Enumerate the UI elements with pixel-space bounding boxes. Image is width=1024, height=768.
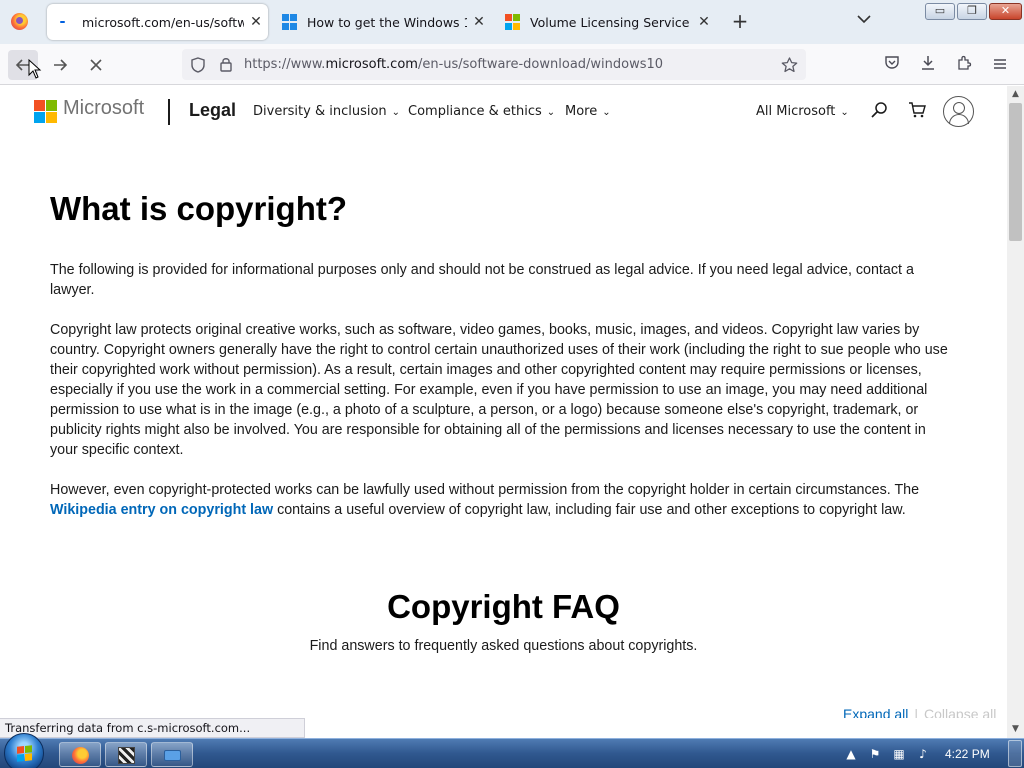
keyboard-icon [164, 750, 181, 761]
pocket-icon[interactable] [881, 55, 903, 75]
scrollbar-thumb[interactable] [1009, 103, 1022, 241]
address-bar[interactable]: https://www.microsoft.com/en-us/software… [182, 49, 806, 80]
close-tab-icon[interactable]: ✕ [467, 14, 491, 30]
lock-icon[interactable] [216, 55, 236, 75]
windows-logo-icon [282, 14, 298, 30]
nav-label: More [565, 104, 598, 119]
web-page: Microsoft Legal Diversity & inclusion ⌄ C… [0, 86, 1007, 718]
chevron-down-icon: ⌄ [391, 107, 401, 118]
forward-arrow-icon [54, 59, 68, 71]
nav-label: Compliance & ethics [408, 104, 542, 119]
extensions-puzzle-icon[interactable] [953, 55, 975, 75]
tab-windows11-update[interactable]: How to get the Windows 11 2022 Update ✕ [272, 4, 491, 40]
nav-label: All Microsoft [756, 104, 836, 119]
close-window-button[interactable]: ✕ [989, 3, 1022, 20]
tab-title: Volume Licensing Service Center [530, 14, 692, 30]
header-divider [168, 99, 170, 125]
taskbar: ▲ ⚑ ▦ ♪ 4:22 PM [0, 733, 1024, 768]
vertical-scrollbar[interactable]: ▲ ▼ [1007, 86, 1024, 738]
fair-use-paragraph: However, even copyright-protected works … [50, 482, 920, 518]
microsoft-brand[interactable]: Microsoft [63, 97, 144, 120]
nav-more[interactable]: More ⌄ [565, 104, 611, 119]
all-microsoft-menu[interactable]: All Microsoft ⌄ [756, 104, 849, 119]
volume-muted-icon[interactable]: ♪ [915, 746, 931, 762]
firefox-view-icon[interactable] [11, 13, 28, 30]
loading-icon [57, 14, 73, 30]
forward-button[interactable] [45, 50, 75, 80]
scroll-up-icon[interactable]: ▲ [1007, 86, 1024, 103]
url-text: https://www.microsoft.com/en-us/software… [244, 57, 664, 72]
action-center-flag-icon[interactable]: ⚑ [867, 746, 883, 762]
taskbar-app[interactable] [105, 742, 147, 767]
tab-title: microsoft.com/en-us/software-download/wi… [82, 14, 244, 30]
firefox-icon [72, 747, 89, 764]
app-icon [118, 747, 135, 764]
hamburger-menu-icon[interactable] [989, 55, 1011, 75]
taskbar-keyboard[interactable] [151, 742, 193, 767]
minimize-button[interactable]: ▭ [925, 3, 955, 20]
microsoft-logo-icon[interactable] [34, 100, 57, 123]
window-controls: ▭ ❐ ✕ [925, 3, 1022, 20]
faq-expand-controls: Expand all | Collapse all [843, 706, 996, 718]
search-icon[interactable] [868, 101, 890, 124]
show-hidden-icons-icon[interactable]: ▲ [843, 746, 859, 762]
network-icon[interactable]: ▦ [891, 746, 907, 762]
page-title: What is copyright? [50, 190, 347, 227]
maximize-button[interactable]: ❐ [957, 3, 987, 20]
copyright-law-paragraph: Copyright law protects original creative… [50, 322, 948, 458]
cart-icon[interactable] [906, 101, 928, 124]
taskbar-firefox[interactable] [59, 742, 101, 767]
mouse-cursor-icon [28, 59, 42, 79]
tab-volume-licensing[interactable]: Volume Licensing Service Center ✕ [495, 4, 716, 40]
new-tab-icon[interactable]: + [728, 10, 752, 34]
tab-title: How to get the Windows 11 2022 Update [307, 14, 467, 30]
tab-strip: microsoft.com/en-us/software-download/wi… [0, 0, 1024, 44]
chevron-down-icon: ⌄ [840, 107, 849, 118]
stop-icon [90, 59, 102, 71]
start-button[interactable] [4, 733, 44, 768]
nav-diversity-inclusion[interactable]: Diversity & inclusion ⌄ [253, 104, 400, 119]
chevron-down-icon: ⌄ [602, 107, 611, 118]
scroll-down-icon[interactable]: ▼ [1007, 721, 1024, 738]
show-desktop-button[interactable] [1008, 740, 1022, 767]
tab-software-download[interactable]: microsoft.com/en-us/software-download/wi… [47, 4, 268, 40]
faq-heading: Copyright FAQ [387, 588, 620, 625]
close-tab-icon[interactable]: ✕ [244, 14, 268, 30]
wikipedia-copyright-link[interactable]: Wikipedia entry on copyright law [50, 502, 273, 518]
microsoft-logo-icon [505, 14, 521, 30]
list-all-tabs-icon[interactable] [852, 12, 876, 32]
close-tab-icon[interactable]: ✕ [692, 14, 716, 30]
tracking-protection-shield-icon[interactable] [188, 55, 208, 75]
disclaimer-paragraph: The following is provided for informatio… [50, 262, 914, 298]
downloads-icon[interactable] [917, 55, 939, 75]
account-avatar-icon[interactable] [943, 96, 974, 127]
expand-separator: | [914, 706, 919, 718]
legal-section-title[interactable]: Legal [189, 100, 236, 121]
status-bar: Transferring data from c.s-microsoft.com… [0, 718, 305, 738]
faq-subtitle: Find answers to frequently asked questio… [309, 638, 698, 654]
expand-all-button[interactable]: Expand all [843, 706, 908, 718]
navigation-toolbar: https://www.microsoft.com/en-us/software… [0, 44, 1024, 85]
bookmark-star-icon[interactable] [779, 55, 799, 75]
nav-compliance-ethics[interactable]: Compliance & ethics ⌄ [408, 104, 555, 119]
nav-label: Diversity & inclusion [253, 104, 387, 119]
windows-flag-icon [17, 745, 32, 762]
collapse-all-button[interactable]: Collapse all [924, 706, 996, 718]
chevron-down-icon: ⌄ [546, 107, 556, 118]
stop-button[interactable] [81, 50, 111, 80]
taskbar-clock[interactable]: 4:22 PM [945, 747, 990, 761]
